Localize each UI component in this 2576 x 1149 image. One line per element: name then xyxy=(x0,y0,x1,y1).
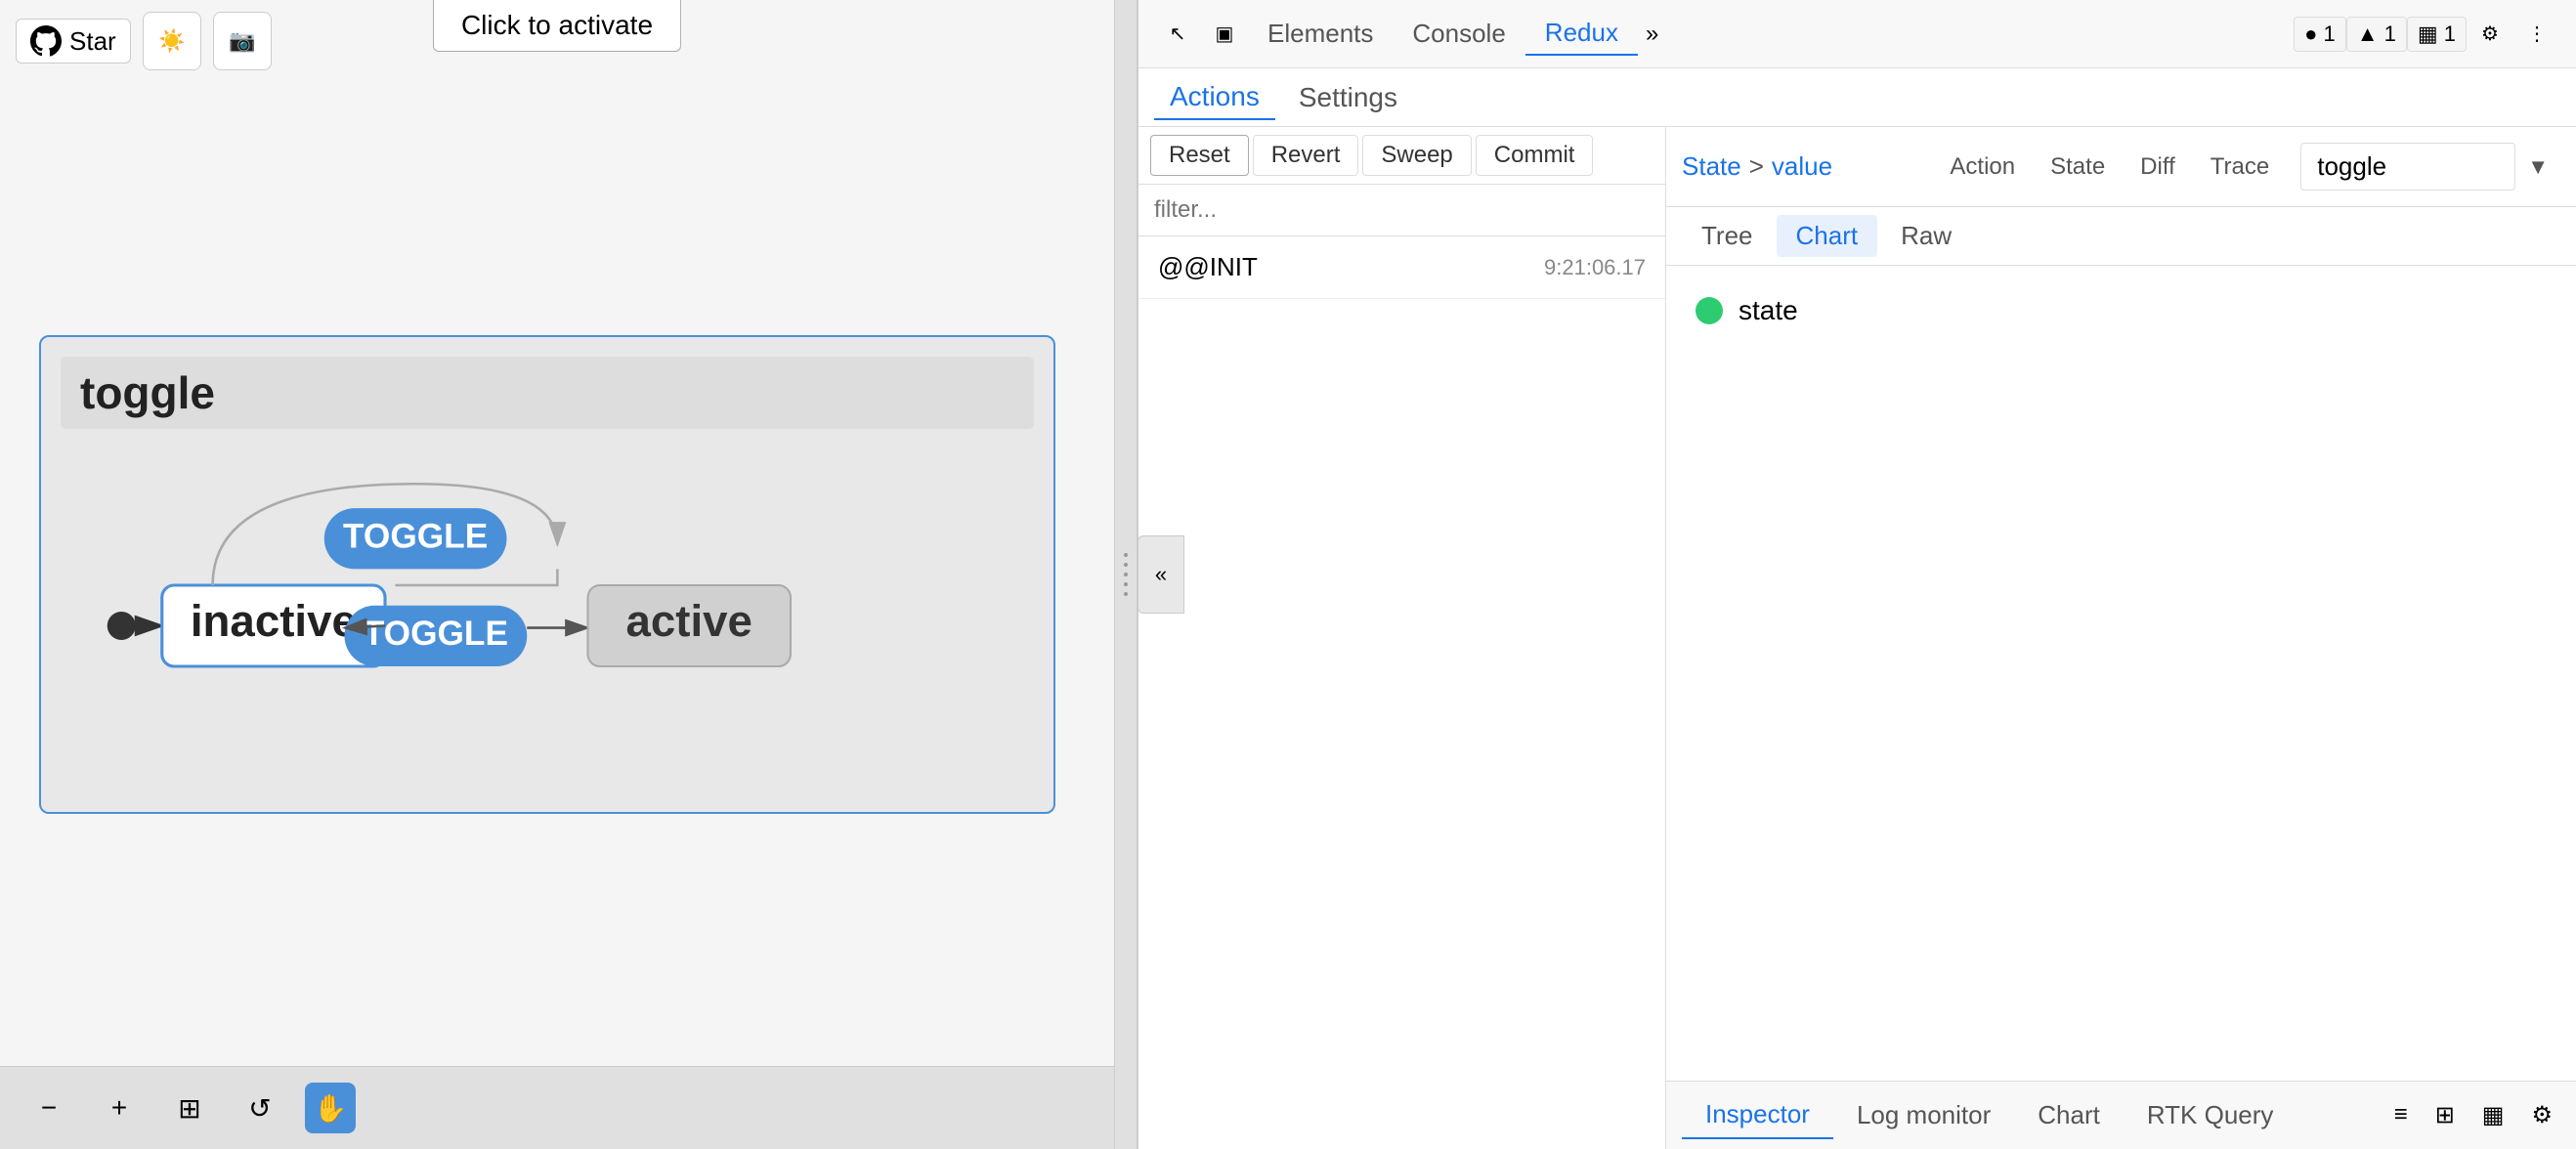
dropdown-arrow-icon[interactable]: ▼ xyxy=(2527,154,2549,180)
devtools-tab-redux[interactable]: Redux xyxy=(1525,12,1638,56)
star-label: Star xyxy=(69,26,116,57)
actions-toolbar: Reset Revert Sweep Commit xyxy=(1138,127,1665,185)
view-tab-chart[interactable]: Chart xyxy=(1777,215,1878,257)
devtools-cursor-icon[interactable]: ↖ xyxy=(1154,11,1201,58)
devtools-panel: ↖ ▣ Elements Console Redux » ● 1 ▲ 1 ▦ 1… xyxy=(1138,0,2576,1149)
breadcrumb-value[interactable]: value xyxy=(1772,151,1832,182)
bottom-devtool-icons: ≡ ⊞ ▦ ⚙ xyxy=(2386,1097,2560,1133)
warning-indicator: ▲ 1 xyxy=(2346,17,2407,52)
sweep-button[interactable]: Sweep xyxy=(1362,135,1471,176)
bottom-toolbar: − + ⊞ ↺ ✋ xyxy=(0,1066,1114,1149)
click-to-activate-button[interactable]: Click to activate xyxy=(433,0,681,52)
inspector-tab-diff[interactable]: Diff xyxy=(2125,148,2191,187)
state-diagram-svg: inactive TOGGLE TOGGLE active xyxy=(61,458,1034,712)
svg-text:TOGGLE: TOGGLE xyxy=(364,615,508,653)
devtools-bottom-chart[interactable]: Chart xyxy=(2014,1092,2124,1138)
devtools-bottom-inspector[interactable]: Inspector xyxy=(1682,1091,1833,1139)
view-tabs: Tree Chart Raw xyxy=(1666,207,2576,266)
error-indicator: ● 1 xyxy=(2294,17,2346,52)
inspector-tab-action[interactable]: Action xyxy=(1934,148,2031,187)
main-canvas: toggle inactive TOGGLE TOGGLE xyxy=(0,82,1114,1066)
state-circle-icon xyxy=(1696,297,1723,324)
zoom-out-button[interactable]: − xyxy=(23,1083,74,1133)
redux-tab-actions[interactable]: Actions xyxy=(1154,75,1275,120)
commit-button[interactable]: Commit xyxy=(1476,135,1594,176)
devtools-header: ↖ ▣ Elements Console Redux » ● 1 ▲ 1 ▦ 1… xyxy=(1138,0,2576,68)
hand-tool-button[interactable]: ✋ xyxy=(305,1083,356,1133)
collapse-panel-button[interactable]: « xyxy=(1138,535,1184,614)
screenshot-button[interactable]: 📷 xyxy=(213,12,272,70)
devtools-bottom-rtk-query[interactable]: RTK Query xyxy=(2124,1092,2297,1138)
reset-view-button[interactable]: ↺ xyxy=(235,1083,285,1133)
left-panel: Star ☀️ 📷 Click to activate toggle inact… xyxy=(0,0,1114,1149)
devtools-settings2-icon[interactable]: ⚙ xyxy=(2523,1097,2560,1133)
devtools-settings-icon[interactable]: ⚙ xyxy=(2467,11,2513,58)
inspector-panel: State > value Action State Diff Trace xyxy=(1666,127,2576,1149)
svg-text:active: active xyxy=(626,595,752,645)
devtools-device-icon[interactable]: ▣ xyxy=(1201,11,1248,58)
fit-view-button[interactable]: ⊞ xyxy=(164,1083,215,1133)
devtools-more-options-icon[interactable]: ⋮ xyxy=(2513,11,2560,58)
state-node-label: state xyxy=(1739,295,1798,326)
devtools-bottom-log-monitor[interactable]: Log monitor xyxy=(1833,1092,2014,1138)
devtools-grid-icon[interactable]: ⊞ xyxy=(2427,1097,2463,1133)
redux-body: Reset Revert Sweep Commit @@INIT 9:21:06… xyxy=(1138,127,2576,1149)
breadcrumb-separator: > xyxy=(1749,151,1764,182)
diagram-title: toggle xyxy=(61,357,1034,429)
inspector-tab-state[interactable]: State xyxy=(2035,148,2121,187)
toggle-search-input[interactable] xyxy=(2300,143,2515,191)
devtools-list-icon[interactable]: ≡ xyxy=(2386,1097,2416,1133)
info-indicator: ▦ 1 xyxy=(2407,17,2467,52)
svg-text:inactive: inactive xyxy=(191,595,357,645)
devtools-tab-console[interactable]: Console xyxy=(1393,13,1524,55)
view-tab-raw[interactable]: Raw xyxy=(1881,215,1971,257)
view-tab-tree[interactable]: Tree xyxy=(1682,215,1773,257)
github-icon xyxy=(30,25,62,57)
reset-button[interactable]: Reset xyxy=(1150,135,1249,176)
star-button[interactable]: Star xyxy=(16,19,131,64)
devtools-bottom-bar: Inspector Log monitor Chart RTK Query ≡ … xyxy=(1666,1081,2576,1149)
redux-tab-settings[interactable]: Settings xyxy=(1283,76,1413,119)
toggle-diagram: toggle inactive TOGGLE TOGGLE xyxy=(39,335,1055,814)
devtools-tab-elements[interactable]: Elements xyxy=(1248,13,1393,55)
state-node: state xyxy=(1696,295,2547,326)
inspector-header: State > value Action State Diff Trace xyxy=(1666,127,2576,207)
theme-toggle-button[interactable]: ☀️ xyxy=(143,12,201,70)
action-time: 9:21:06.17 xyxy=(1544,255,1646,280)
revert-button[interactable]: Revert xyxy=(1253,135,1359,176)
inspector-tab-trace[interactable]: Trace xyxy=(2195,148,2285,187)
action-item-init[interactable]: @@INIT 9:21:06.17 xyxy=(1138,236,1665,299)
redux-main-tabs: Actions Settings xyxy=(1138,68,2576,127)
devtools-split-icon[interactable]: ▦ xyxy=(2474,1097,2512,1133)
breadcrumb-state[interactable]: State xyxy=(1682,151,1741,182)
inspector-content: state xyxy=(1666,266,2576,1081)
svg-text:TOGGLE: TOGGLE xyxy=(343,517,488,555)
resize-handle[interactable] xyxy=(1114,0,1138,1149)
action-name: @@INIT xyxy=(1158,252,1258,282)
toggle-search-area: ▼ xyxy=(2289,137,2560,196)
devtools-more-tabs[interactable]: » xyxy=(1638,17,1666,52)
filter-input[interactable] xyxy=(1138,185,1665,236)
actions-panel: Reset Revert Sweep Commit @@INIT 9:21:06… xyxy=(1138,127,1666,1149)
zoom-in-button[interactable]: + xyxy=(94,1083,145,1133)
